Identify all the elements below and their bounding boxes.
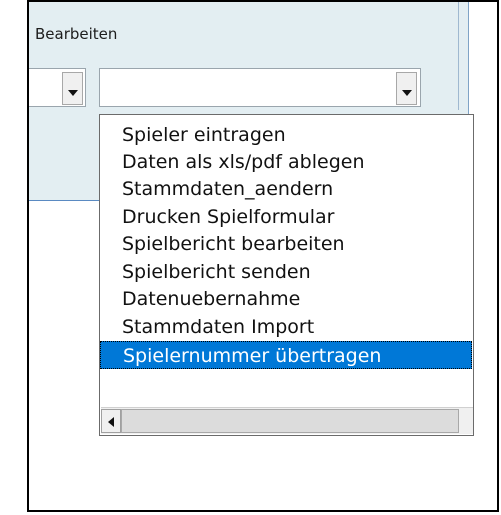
action-combobox[interactable] <box>99 68 421 107</box>
action-combobox-dropdown-button[interactable] <box>396 72 417 105</box>
chevron-down-icon <box>68 90 78 96</box>
list-item-datenuebernahme[interactable]: Datenuebernahme <box>100 285 470 313</box>
panel-divider <box>458 2 459 110</box>
list-item-stammdaten-import[interactable]: Stammdaten Import <box>100 313 470 341</box>
left-combobox-dropdown-button[interactable] <box>62 72 83 105</box>
list-item-drucken-spielformular[interactable]: Drucken Spielformular <box>100 203 470 231</box>
scrollbar-thumb[interactable] <box>121 409 459 433</box>
left-combobox[interactable] <box>29 68 86 107</box>
dropdown-list[interactable]: Spieler eintragen Daten als xls/pdf able… <box>99 114 474 436</box>
list-item-daten-ablegen[interactable]: Daten als xls/pdf ablegen <box>100 148 470 176</box>
chevron-down-icon <box>402 90 412 96</box>
list-item-spielernummer-uebertragen[interactable]: Spielernummer übertragen <box>100 341 472 369</box>
list-item-spielbericht-senden[interactable]: Spielbericht senden <box>100 258 470 286</box>
list-item-stammdaten-aendern[interactable]: Stammdaten_aendern <box>100 175 470 203</box>
panel-title: Bearbeiten <box>35 25 118 43</box>
horizontal-scrollbar[interactable] <box>101 407 473 434</box>
list-item-spieler-eintragen[interactable]: Spieler eintragen <box>100 121 470 149</box>
scroll-left-button[interactable] <box>101 409 121 433</box>
arrow-left-icon <box>108 417 114 427</box>
list-item-spielbericht-bearbeiten[interactable]: Spielbericht bearbeiten <box>100 230 470 258</box>
